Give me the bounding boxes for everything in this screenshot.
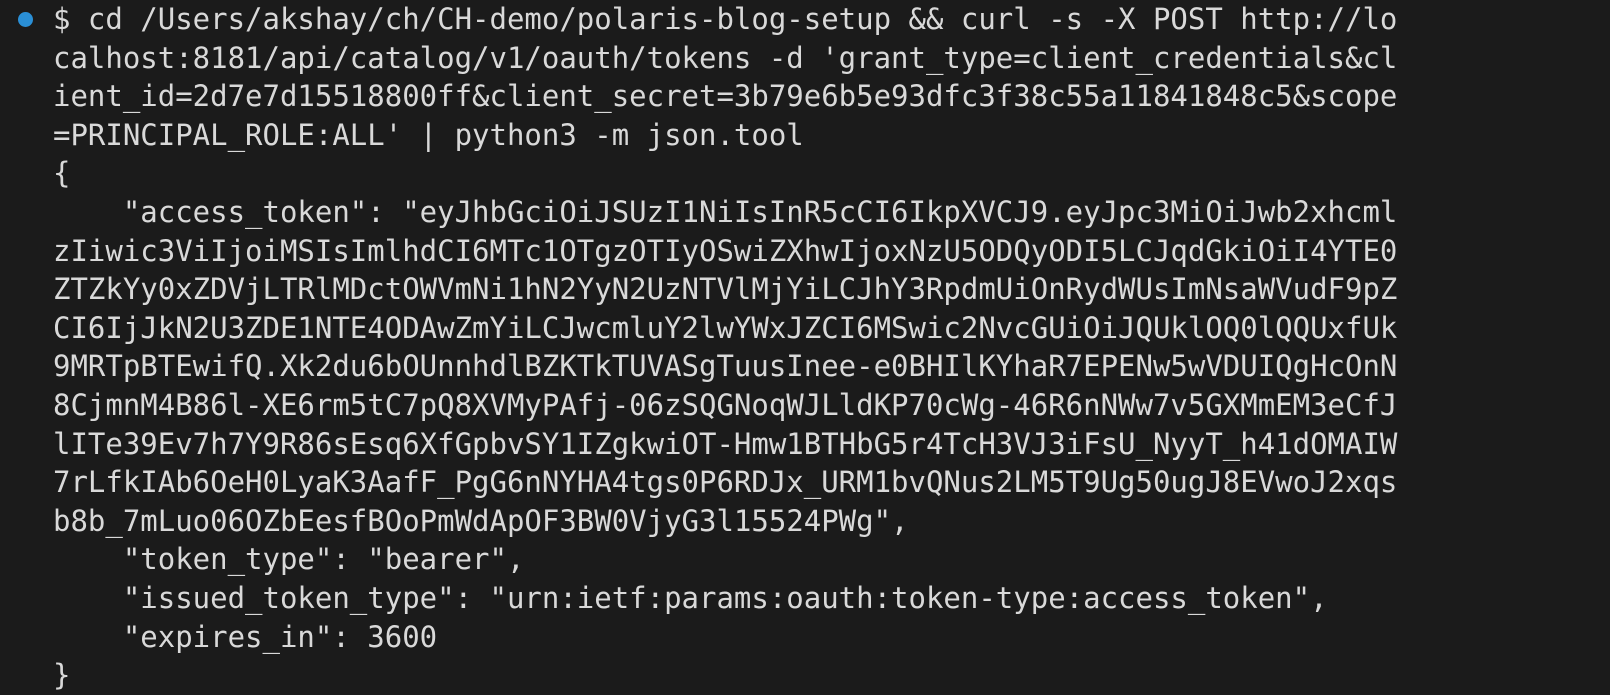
output-line-token-wrap: ZTZkYy0xZDVjLTRlMDctOWVmNi1hN2YyN2UzNTVl…: [53, 272, 1398, 307]
output-line-token-wrap: CI6IjJkN2U3ZDE1NTE4ODAwZmYiLCJwcmluY2lwY…: [53, 310, 1398, 345]
command-line-wrap: =PRINCIPAL_ROLE:ALL' | python3 -m json.t…: [53, 117, 804, 152]
output-line-token-wrap: 9MRTpBTEwifQ.Xk2du6bOUnnhdlBZKTkTUVASgTu…: [53, 349, 1398, 384]
output-line-access-token: "access_token": "eyJhbGciOiJSUzI1NiIsInR…: [53, 195, 1398, 229]
output-line: {: [53, 156, 71, 191]
output-line-token-type: "token_type": "bearer",: [53, 542, 525, 577]
terminal-window[interactable]: $ cd /Users/akshay/ch/CH-demo/polaris-bl…: [0, 0, 1610, 694]
command-line-wrap: calhost:8181/api/catalog/v1/oauth/tokens…: [53, 40, 1398, 75]
command-line-wrap: ient_id=2d7e7d15518800ff&client_secret=3…: [53, 79, 1398, 114]
output-line-token-wrap: 8CjmnM4B86l-XE6rm5tC7pQ8XVMyPAfj-06zSQGN…: [53, 388, 1398, 422]
output-line: }: [53, 658, 71, 693]
output-line-token-wrap: 7rLfkIAb6OeH0LyaK3AafF_PgG6nNYHA4tgs0P6R…: [53, 465, 1398, 500]
command-status-dot-icon: [18, 12, 33, 27]
command-line: $ cd /Users/akshay/ch/CH-demo/polaris-bl…: [53, 2, 1398, 36]
output-line-issued-token-type: "issued_token_type": "urn:ietf:params:oa…: [53, 581, 1328, 615]
output-line-token-wrap: b8b_7mLuo06OZbEesfBOoPmWdApOF3BW0VjyG3l1…: [53, 503, 909, 538]
output-line-token-wrap: zIiwic3ViIjoiMSIsImlhdCI6MTc1OTgzOTIyOSw…: [53, 233, 1398, 268]
output-line-token-wrap: lITe39Ev7h7Y9R86sEsq6XfGpbvSY1IZgkwiOT-H…: [53, 426, 1398, 461]
output-line-expires-in: "expires_in": 3600: [53, 619, 438, 654]
